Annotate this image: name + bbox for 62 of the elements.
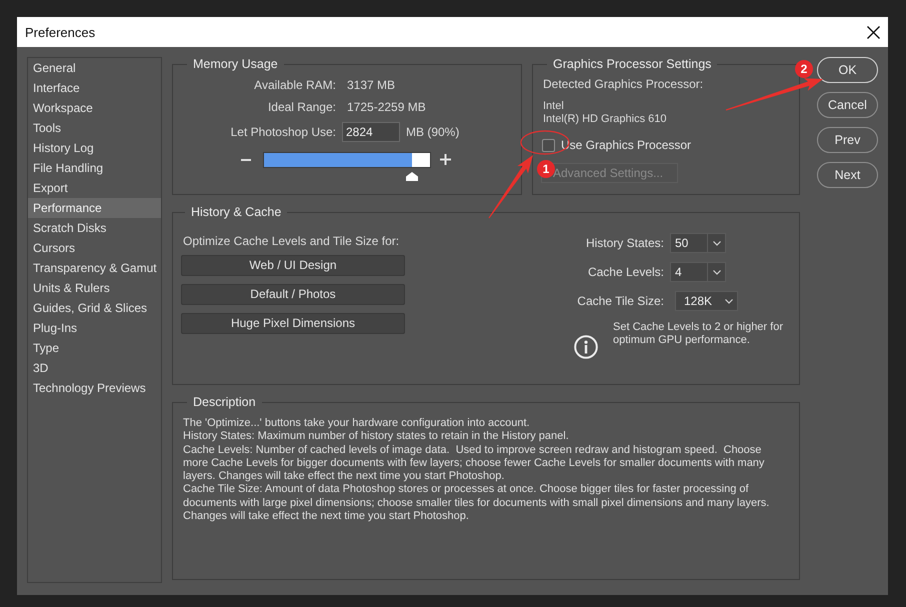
preset-button[interactable]: Default / Photos	[181, 284, 405, 305]
sidebar-item[interactable]: Type	[28, 338, 161, 358]
ok-button[interactable]: OK	[817, 57, 878, 83]
sidebar-item[interactable]: File Handling	[28, 158, 161, 178]
chevron-down-icon	[712, 270, 720, 274]
gpu-checkbox[interactable]	[542, 138, 555, 152]
close-icon	[867, 26, 880, 38]
info-note: Set Cache Levels to 2 or higher for optimum GPU performance.	[613, 321, 784, 347]
next-button[interactable]: Next	[817, 162, 878, 188]
sidebar-item[interactable]: History Log	[28, 138, 161, 158]
field-label: Detected Graphics Processor:	[543, 77, 704, 91]
description-text: History States: Maximum number of history states to retain in the History panel.	[183, 430, 570, 444]
panel-title: History & Cache	[190, 205, 282, 219]
chevron-down-icon	[712, 240, 720, 246]
sidebar-item[interactable]: General	[28, 58, 161, 78]
sidebar-item[interactable]: Plug-Ins	[28, 318, 161, 338]
sidebar-item[interactable]: Export	[28, 178, 161, 198]
panel-title: Description	[192, 395, 257, 409]
field-label: Let Photoshop Use:	[230, 125, 336, 139]
chevron-down-icon	[724, 298, 732, 304]
preset-button[interactable]: Huge Pixel Dimensions	[181, 313, 405, 334]
combo-box[interactable]: 50	[670, 233, 726, 253]
preset-button[interactable]: Web / UI Design	[181, 255, 405, 276]
sidebar-item[interactable]: Cursors	[28, 238, 161, 258]
combo-box[interactable]: 4	[670, 262, 726, 282]
sidebar-item[interactable]: Guides, Grid & Slices	[28, 298, 161, 318]
sidebar-item[interactable]: Scratch Disks	[28, 218, 161, 238]
field-label: Cache Levels:	[586, 265, 664, 279]
sidebar-item[interactable]: Performance	[28, 198, 161, 218]
sidebar-item[interactable]: Transparency & Gamut	[28, 258, 161, 278]
sidebar-item[interactable]: Interface	[28, 78, 161, 98]
dropdown[interactable]: 128K	[675, 291, 738, 311]
slider-thumb[interactable]	[406, 172, 418, 181]
plus-icon	[440, 154, 451, 165]
field-label: Ideal Range:	[266, 100, 336, 114]
panel-title: Memory Usage	[192, 57, 279, 71]
cancel-button[interactable]: Cancel	[817, 92, 878, 118]
prev-button[interactable]: Prev	[817, 127, 878, 153]
memory-input[interactable]: 2824	[342, 122, 400, 142]
unit-label: MB (90%)	[406, 125, 460, 139]
sidebar-item[interactable]: Workspace	[28, 98, 161, 118]
sidebar-item[interactable]: Units & Rulers	[28, 278, 161, 298]
section-label: Optimize Cache Levels and Tile Size for:	[183, 234, 400, 248]
sidebar-item[interactable]: Tools	[28, 118, 161, 138]
window-title: Preferences	[25, 24, 96, 40]
field-value: 3137 MB	[347, 78, 396, 92]
sidebar-item[interactable]: Technology Previews	[28, 378, 161, 398]
info-icon	[574, 335, 598, 359]
field-label: Cache Tile Size:	[576, 294, 664, 308]
description-text: The 'Optimize...' buttons take your hardware configuration into account.	[183, 417, 531, 430]
description-text: Cache Tile Size: Amount of data Photoshop stores or processes at once. Choose bigger tiles for faster processing of documents with large pixel dimensions; choose smaller tiles for documents with small pixel dimensions and many layers. Changes will take effect the next time you start Photoshop.	[183, 483, 770, 524]
gpu-model: Intel(R) HD Graphics 610	[543, 113, 668, 126]
field-label: Available RAM:	[253, 78, 336, 92]
annotation-arrow	[488, 155, 533, 218]
field-label: History States:	[584, 236, 664, 250]
minus-icon	[241, 159, 251, 161]
gpu-vendor: Intel	[543, 100, 565, 113]
panel-title: Graphics Processor Settings	[552, 57, 712, 71]
close-button[interactable]	[867, 26, 880, 38]
description-text: Cache Levels: Number of cached levels of image data. Used to improve screen redraw and histogram speed. Choose more Cache Levels for bigger documents with few layers; choose fewer Cache Levels for smaller documents with many layers. Changes will take effect the next time you start Photoshop.	[183, 444, 766, 484]
field-value: 1725-2259 MB	[347, 100, 427, 114]
sidebar-item[interactable]: 3D	[28, 358, 161, 378]
